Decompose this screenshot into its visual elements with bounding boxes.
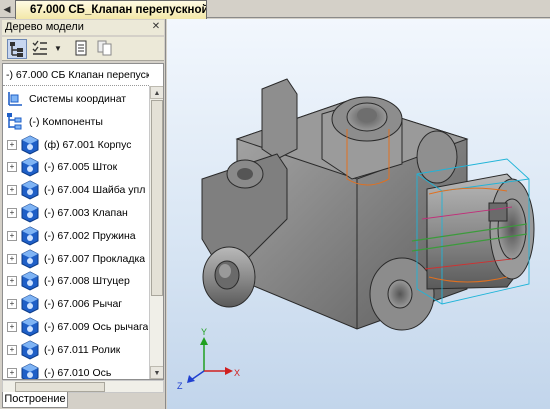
document-tabs: ◀ 67.000 СБ_Клапан перепускной bbox=[0, 0, 550, 19]
tree-item[interactable]: + (-) 67.007 Прокладка bbox=[7, 248, 145, 270]
chevron-down-icon[interactable]: ▼ bbox=[54, 44, 62, 53]
expand-icon[interactable]: + bbox=[7, 139, 17, 150]
part-icon bbox=[21, 363, 39, 379]
tree-item-label: (-) 67.008 Штуцер bbox=[44, 275, 130, 288]
tree-item-label: (-) 67.006 Рычаг bbox=[44, 298, 123, 311]
coordinate-system-icon bbox=[8, 92, 22, 106]
part-icon bbox=[21, 271, 39, 291]
tree-item-label: (-) 67.007 Прокладка bbox=[44, 252, 146, 265]
part-icon bbox=[21, 157, 39, 177]
tree-item[interactable]: + (-) 67.009 Ось рычага bbox=[7, 316, 148, 338]
panel-title: Дерево модели bbox=[5, 21, 84, 33]
list-filter-button[interactable] bbox=[31, 39, 51, 59]
part-icon bbox=[21, 317, 39, 337]
tree-toolbar: ▼ bbox=[2, 37, 164, 61]
tree-item[interactable]: + (-) 67.011 Ролик bbox=[7, 339, 120, 361]
expand-icon[interactable]: + bbox=[7, 276, 17, 287]
part-icon bbox=[21, 135, 39, 155]
valve-assembly-model: Y X Z bbox=[177, 78, 535, 391]
tree-item[interactable]: + (-) 67.006 Рычаг bbox=[7, 293, 122, 315]
tree-item-label: (-) 67.002 Пружина bbox=[44, 229, 136, 242]
tree-item[interactable]: + (-) 67.003 Клапан bbox=[7, 202, 128, 224]
document-icon bbox=[75, 40, 87, 56]
tree-item-label: Системы координат bbox=[29, 93, 127, 105]
expand-icon[interactable]: + bbox=[7, 162, 17, 173]
scroll-thumb[interactable] bbox=[151, 100, 163, 296]
copy-icon bbox=[97, 40, 112, 56]
part-icon bbox=[21, 180, 39, 200]
tree-item-label: (-) 67.009 Ось рычага bbox=[44, 321, 149, 333]
part-icon bbox=[21, 249, 39, 269]
expand-icon[interactable]: + bbox=[7, 344, 17, 355]
tree-item-label: (-) 67.005 Шток bbox=[44, 161, 118, 174]
close-icon[interactable]: ✕ bbox=[150, 21, 162, 33]
list-check-icon bbox=[32, 40, 47, 55]
expand-icon[interactable]: + bbox=[7, 208, 17, 218]
part-icon bbox=[21, 226, 39, 246]
expand-icon[interactable]: + bbox=[7, 185, 17, 196]
scroll-down-icon[interactable]: ▼ bbox=[150, 366, 163, 379]
tree-item[interactable]: Системы координат bbox=[5, 88, 126, 110]
tree-structure-button[interactable] bbox=[7, 39, 27, 59]
tree-item[interactable]: + (-) 67.005 Шток bbox=[7, 156, 117, 178]
panel-header: Дерево модели ✕ bbox=[2, 20, 164, 35]
tree-item[interactable]: (-) Компоненты bbox=[5, 111, 103, 133]
axis-z-label: Z bbox=[177, 381, 183, 391]
tree-view-icon bbox=[10, 42, 23, 57]
expand-icon[interactable]: + bbox=[7, 253, 17, 264]
copy-view-button[interactable] bbox=[96, 39, 116, 59]
model-tree: -) 67.000 СБ Клапан перепускной Системы … bbox=[2, 63, 164, 380]
tab-scroll-left-icon[interactable]: ◀ bbox=[1, 2, 13, 16]
expand-icon[interactable]: + bbox=[7, 322, 17, 332]
tree-item-label: (ф) 67.001 Корпус bbox=[44, 138, 132, 151]
tree-item-label: (-) 67.003 Клапан bbox=[44, 207, 128, 219]
tree-item-label: (-) Компоненты bbox=[29, 115, 103, 128]
tab-construction[interactable]: Построение bbox=[2, 392, 68, 408]
scroll-up-icon[interactable]: ▲ bbox=[150, 86, 163, 99]
vertical-scrollbar[interactable]: ▲ ▼ bbox=[149, 86, 163, 379]
tree-item[interactable]: + (-) 67.010 Ось bbox=[7, 362, 112, 379]
tree-item-label: (-) 67.010 Ось bbox=[44, 366, 112, 379]
expand-icon[interactable]: + bbox=[7, 230, 17, 241]
3d-viewport[interactable]: Y X Z bbox=[167, 19, 550, 409]
expand-icon[interactable]: + bbox=[7, 367, 17, 378]
tree-root-item[interactable]: -) 67.000 СБ Клапан перепускной bbox=[3, 64, 149, 86]
tree-item[interactable]: + (-) 67.008 Штуцер bbox=[7, 270, 130, 292]
components-icon bbox=[7, 112, 22, 130]
part-icon bbox=[21, 294, 39, 314]
model-tree-panel: Дерево модели ✕ ▼ -) 67.000 СБ Клапан пе… bbox=[0, 19, 166, 409]
part-icon bbox=[21, 340, 39, 360]
tree-item[interactable]: + (ф) 67.001 Корпус bbox=[7, 134, 131, 156]
axis-y-label: Y bbox=[201, 327, 207, 337]
tab-document[interactable]: 67.000 СБ_Клапан перепускной bbox=[15, 0, 207, 19]
tree-item[interactable]: + (-) 67.002 Пружина bbox=[7, 225, 136, 247]
horizontal-scroll-thumb[interactable] bbox=[15, 382, 105, 392]
tree-item-label: (-) 67.004 Шайба упл bbox=[44, 184, 146, 197]
tree-item-label: (-) 67.011 Ролик bbox=[44, 343, 121, 356]
coordinate-axes: Y X Z bbox=[177, 327, 240, 391]
part-icon bbox=[21, 203, 39, 223]
tree-item[interactable]: + (-) 67.004 Шайба упл bbox=[7, 179, 145, 201]
properties-button[interactable] bbox=[72, 39, 92, 59]
axis-x-label: X bbox=[234, 368, 240, 378]
expand-icon[interactable]: + bbox=[7, 299, 17, 310]
